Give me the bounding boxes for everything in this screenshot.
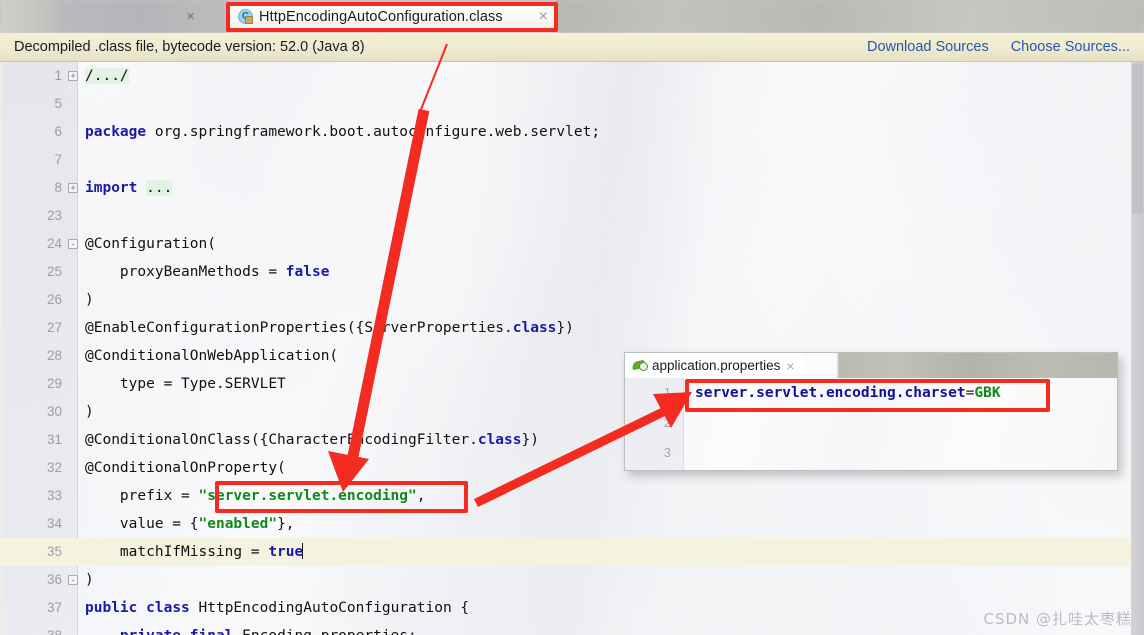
code-text: package org.springframework.boot.autocon… — [85, 124, 601, 140]
line-number: 7 — [54, 152, 62, 167]
code-line[interactable]: 5 — [0, 90, 1144, 118]
properties-line[interactable]: 3 — [625, 438, 1117, 468]
code-line[interactable]: 24- @Configuration( — [0, 230, 1144, 258]
line-number: 24 — [46, 236, 62, 251]
tab-bar-right-blurred — [555, 0, 1144, 33]
code-line[interactable]: 38 private final Encoding properties; — [0, 622, 1144, 635]
line-number: 8 — [54, 180, 62, 195]
line-number: 26 — [46, 292, 62, 307]
line-number: 37 — [46, 600, 62, 615]
code-text: public class HttpEncodingAutoConfigurati… — [85, 600, 470, 616]
line-number: 1 — [663, 385, 671, 400]
code-line[interactable]: 27 @EnableConfigurationProperties({Server… — [0, 314, 1144, 342]
line-number: 34 — [46, 516, 62, 531]
code-text: @ConditionalOnWebApplication( — [85, 348, 339, 364]
charset-property-highlight-box — [685, 379, 1050, 412]
tab-highlight-box: C HttpEncodingAutoConfiguration.class × — [226, 2, 558, 32]
code-text: @ConditionalOnProperty( — [85, 460, 286, 476]
code-line[interactable]: 7 — [0, 146, 1144, 174]
tab-application-properties[interactable]: application.properties × — [625, 353, 803, 378]
code-line[interactable]: 36-) — [0, 566, 1144, 594]
code-line[interactable]: 8 + import ... — [0, 174, 1144, 202]
properties-tab-label: application.properties — [652, 358, 781, 373]
fold-expand-icon[interactable]: + — [68, 71, 78, 81]
fold-collapse-icon[interactable]: - — [68, 239, 78, 249]
line-number: 5 — [54, 96, 62, 111]
close-icon[interactable]: × — [786, 359, 794, 373]
prefix-string-highlight-box — [215, 481, 468, 513]
line-number: 35 — [46, 544, 62, 559]
line-number: 23 — [46, 208, 62, 223]
decompiled-message: Decompiled .class file, bytecode version… — [14, 39, 365, 55]
code-text: /.../ — [85, 68, 129, 84]
code-text: ) — [85, 404, 94, 420]
lock-icon — [245, 16, 253, 24]
tab-label: HttpEncodingAutoConfiguration.class — [259, 9, 503, 25]
code-text: @Configuration( — [85, 236, 216, 252]
line-number: 25 — [46, 264, 62, 279]
code-text: matchIfMissing = true — [85, 543, 304, 560]
line-number: 30 — [46, 404, 62, 419]
code-text: @EnableConfigurationProperties({ServerPr… — [85, 320, 574, 336]
code-line[interactable]: 25 proxyBeanMethods = false — [0, 258, 1144, 286]
choose-sources-link[interactable]: Choose Sources... — [1011, 39, 1130, 55]
close-icon[interactable]: × — [183, 9, 198, 24]
close-icon[interactable]: × — [533, 9, 548, 25]
code-lines[interactable]: 1 + /.../ 5 6 package org.springframework.boo… — [0, 62, 1144, 635]
code-line[interactable]: 37 public class HttpEncodingAutoConfigura… — [0, 594, 1144, 622]
spring-leaf-icon — [631, 359, 649, 373]
code-text: @ConditionalOnClass({CharacterEncodingFi… — [85, 432, 539, 448]
code-line[interactable]: 6 package org.springframework.boot.autoco… — [0, 118, 1144, 146]
vertical-scrollbar[interactable] — [1131, 62, 1144, 635]
properties-line[interactable]: 2 — [625, 408, 1117, 438]
csdn-watermark: CSDN @扎哇太枣糕 — [983, 610, 1132, 628]
code-line[interactable]: 35 matchIfMissing = true — [0, 538, 1144, 566]
line-number: 2 — [663, 415, 671, 430]
line-number: 36 — [46, 572, 62, 587]
code-line[interactable]: 23 — [0, 202, 1144, 230]
code-line[interactable]: 26) — [0, 286, 1144, 314]
code-line[interactable]: 33 prefix = "server.servlet.encoding", — [0, 482, 1144, 510]
decompiled-notice-bar: Decompiled .class file, bytecode version… — [0, 33, 1144, 62]
code-line[interactable]: 1 + /.../ — [0, 62, 1144, 90]
properties-tab-bar: application.properties × — [625, 353, 1117, 379]
code-text: ) — [85, 292, 94, 308]
code-text: private final Encoding properties; — [85, 622, 417, 635]
line-number: 28 — [46, 348, 62, 363]
scrollbar-thumb[interactable] — [1132, 64, 1143, 214]
line-number: 3 — [663, 445, 671, 460]
fold-collapse-icon[interactable]: - — [68, 575, 78, 585]
line-number: 6 — [54, 124, 62, 139]
screenshot-root: × C HttpEncodingAutoConfiguration.class … — [0, 0, 1144, 635]
text-caret — [302, 543, 304, 559]
editor-tab-bar: × C HttpEncodingAutoConfiguration.class … — [0, 0, 1144, 33]
line-number: 33 — [46, 488, 62, 503]
download-sources-link[interactable]: Download Sources — [867, 39, 989, 55]
code-text: ) — [85, 572, 94, 588]
code-text: import ... — [85, 180, 173, 196]
fold-expand-icon[interactable]: + — [68, 183, 78, 193]
code-editor[interactable]: 1 + /.../ 5 6 package org.springframework.boo… — [0, 62, 1144, 635]
line-number: 27 — [46, 320, 62, 335]
line-number: 31 — [46, 432, 62, 447]
line-number: 29 — [46, 376, 62, 391]
code-text: type = Type.SERVLET — [85, 376, 286, 392]
class-file-icon: C — [238, 9, 254, 25]
code-line[interactable]: 34 value = {"enabled"}, — [0, 510, 1144, 538]
line-number: 32 — [46, 460, 62, 475]
tab-http-encoding-auto-configuration[interactable]: C HttpEncodingAutoConfiguration.class × — [230, 6, 554, 28]
code-text: proxyBeanMethods = false — [85, 264, 330, 280]
line-number: 1 — [54, 68, 62, 83]
code-text: value = {"enabled"}, — [85, 516, 295, 532]
line-number: 38 — [0, 622, 62, 635]
